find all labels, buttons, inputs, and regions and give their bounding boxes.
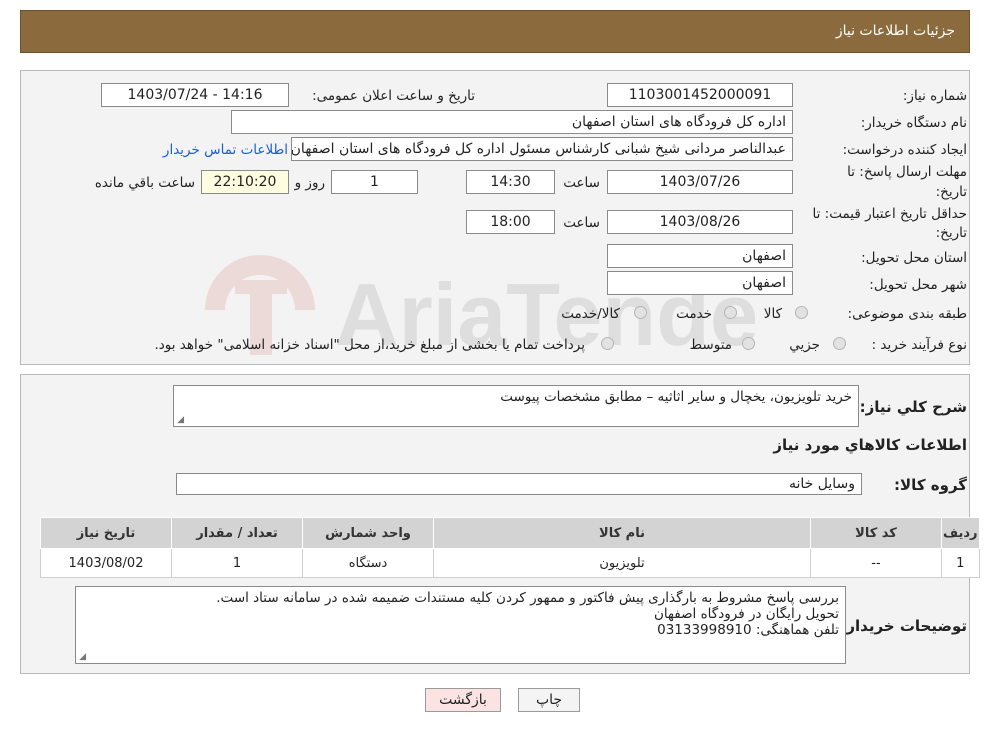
treasury-bond-checkbox[interactable] xyxy=(601,337,614,350)
buyer-notes-line: تلفن هماهنگی: 03133998910 xyxy=(657,622,839,638)
city-field: اصفهان xyxy=(607,271,793,295)
category-label: طبقه بندی موضوعی: xyxy=(847,306,967,322)
need-number-label: شماره نیاز: xyxy=(902,88,967,104)
goods-table: رديف کد کالا نام کالا واحد شمارش تعداد /… xyxy=(40,517,980,578)
table-header-row: رديف کد کالا نام کالا واحد شمارش تعداد /… xyxy=(40,517,980,549)
category-radio-goods-service[interactable] xyxy=(634,306,647,319)
remaining-days-field: 1 xyxy=(331,170,418,194)
deadline-label-date: تاریخ: xyxy=(935,184,967,200)
process-option-minor: جزيي xyxy=(789,337,820,353)
price-validity-label-date: تاریخ: xyxy=(935,225,967,241)
description-label: شرح کلي نياز: xyxy=(859,398,967,416)
process-option-medium: متوسط xyxy=(689,337,732,353)
creator-label: ایجاد کننده درخواست: xyxy=(842,142,967,158)
col-header-row-number: رديف xyxy=(941,517,980,549)
cell-quantity: 1 xyxy=(171,548,303,578)
description-text: خرید تلویزیون، یخچال و سایر اثاثیه – مطا… xyxy=(500,389,852,405)
deadline-label: مهلت ارسال پاسخ: تا xyxy=(847,164,967,180)
page-header: جزئیات اطلاعات نیاز xyxy=(20,10,970,53)
category-radio-goods[interactable] xyxy=(795,306,808,319)
cell-goods-code: -- xyxy=(810,548,942,578)
validity-time-field: 18:00 xyxy=(466,210,555,234)
process-radio-medium[interactable] xyxy=(742,337,755,350)
remaining-label: ساعت باقي مانده xyxy=(94,175,195,191)
resize-grip-icon[interactable]: ◢ xyxy=(78,653,86,662)
validity-date-field: 1403/08/26 xyxy=(607,210,793,234)
buyer-org-label: نام دستگاه خریدار: xyxy=(860,115,967,131)
deadline-time-label: ساعت xyxy=(563,175,600,191)
announce-datetime-label: تاریخ و ساعت اعلان عمومی: xyxy=(312,88,475,104)
col-header-quantity: تعداد / مقدار xyxy=(171,517,303,549)
table-row: 1 -- تلویزیون دستگاه 1 1403/08/02 xyxy=(40,548,980,578)
cell-row-number: 1 xyxy=(941,548,980,578)
category-radio-service[interactable] xyxy=(724,306,737,319)
col-header-unit: واحد شمارش xyxy=(302,517,434,549)
resize-grip-icon[interactable]: ◢ xyxy=(176,416,184,425)
days-label: روز و xyxy=(294,175,325,191)
category-option-goods: کالا xyxy=(763,306,782,322)
buyer-notes-line: بررسی پاسخ مشروط به بارگذاری پیش فاکتور … xyxy=(216,590,839,606)
goods-group-field: وسایل خانه xyxy=(176,473,862,495)
province-label: استان محل تحویل: xyxy=(861,250,967,266)
cell-need-date: 1403/08/02 xyxy=(40,548,172,578)
buyer-notes-line: تحویل رایگان در فرودگاه اصفهان xyxy=(654,606,839,622)
col-header-goods-name: نام کالا xyxy=(433,517,811,549)
goods-section-title: اطلاعات کالاهاي مورد نياز xyxy=(773,436,967,454)
back-button[interactable]: بازگشت xyxy=(425,688,501,712)
process-note: پرداخت تمام یا بخشی از مبلغ خرید،از محل … xyxy=(154,337,585,353)
goods-group-label: گروه کالا: xyxy=(894,476,967,494)
deadline-date-field: 1403/07/26 xyxy=(607,170,793,194)
price-validity-label: حداقل تاریخ اعتبار قیمت: تا xyxy=(812,206,967,222)
remaining-time-field: 22:10:20 xyxy=(201,170,289,194)
process-label: نوع فرآیند خرید : xyxy=(871,337,967,353)
announce-datetime-field: 1403/07/24 - 14:16 xyxy=(101,83,289,107)
buyer-org-field: اداره کل فرودگاه های استان اصفهان xyxy=(231,110,793,134)
deadline-time-field: 14:30 xyxy=(466,170,555,194)
col-header-need-date: تاریخ نیاز xyxy=(40,517,172,549)
buyer-notes-label: توضیحات خریدار: xyxy=(840,617,967,635)
description-textarea: خرید تلویزیون، یخچال و سایر اثاثیه – مطا… xyxy=(173,385,859,427)
province-field: اصفهان xyxy=(607,244,793,268)
cell-unit: دستگاه xyxy=(302,548,434,578)
buyer-contact-link[interactable]: اطلاعات تماس خریدار xyxy=(163,142,288,158)
process-radio-minor[interactable] xyxy=(833,337,846,350)
category-option-service: خدمت xyxy=(676,306,712,322)
validity-time-label: ساعت xyxy=(563,215,600,231)
need-number-field: 1103001452000091 xyxy=(607,83,793,107)
buyer-notes-textarea: بررسی پاسخ مشروط به بارگذاری پیش فاکتور … xyxy=(75,586,846,664)
page-title: جزئیات اطلاعات نیاز xyxy=(835,23,955,39)
col-header-goods-code: کد کالا xyxy=(810,517,942,549)
print-button[interactable]: چاپ xyxy=(518,688,580,712)
cell-goods-name: تلویزیون xyxy=(433,548,811,578)
creator-field: عبدالناصر مردانی شیخ شبانی کارشناس مسئول… xyxy=(291,137,793,161)
city-label: شهر محل تحویل: xyxy=(869,277,967,293)
category-option-goods-service: کالا/خدمت xyxy=(561,306,620,322)
